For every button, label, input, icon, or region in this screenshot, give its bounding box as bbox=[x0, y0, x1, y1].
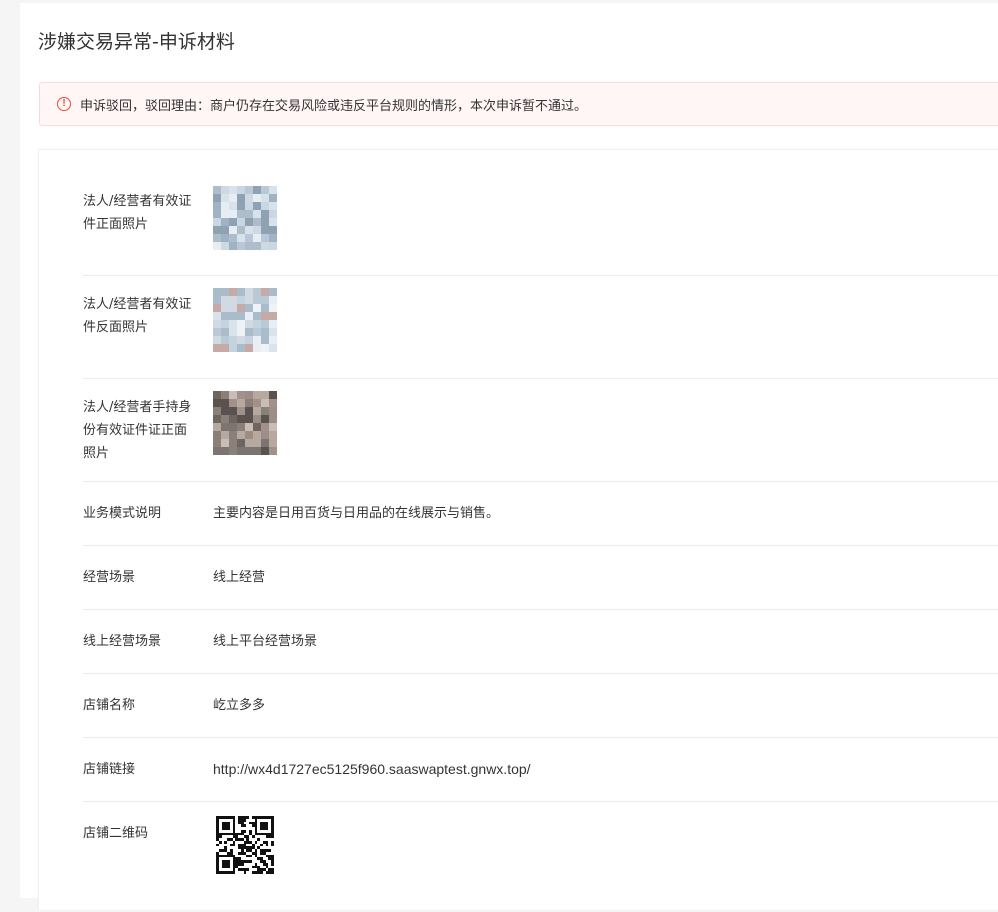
field-label-business-model: 业务模式说明 bbox=[83, 506, 162, 521]
field-value-online-scene: 线上平台经营场景 bbox=[213, 634, 318, 649]
field-row-store-link: 店铺链接 http://wx4d1727ec5125f960.saaswapte… bbox=[83, 738, 998, 802]
field-label-scene: 经营场景 bbox=[83, 570, 136, 585]
field-label-online-scene: 线上经营场景 bbox=[83, 634, 162, 649]
store-qr-code[interactable] bbox=[216, 816, 274, 874]
field-value-scene: 线上经营 bbox=[213, 570, 266, 585]
field-label-id-front: 法人/经营者有效证件正面照片 bbox=[83, 194, 192, 232]
page-title: 涉嫌交易异常-申诉材料 bbox=[38, 31, 235, 53]
id-front-photo-mosaic bbox=[213, 186, 277, 250]
field-row-store-qr: 店铺二维码 bbox=[83, 802, 998, 912]
field-row-id-front: 法人/经营者有效证件正面照片 bbox=[83, 174, 998, 276]
id-handheld-photo-mosaic bbox=[213, 391, 277, 455]
appeal-materials-page: 涉嫌交易异常-申诉材料 ! 申诉驳回，驳回理由：商户仍存在交易风险或违反平台规则… bbox=[20, 3, 998, 910]
id-back-photo[interactable] bbox=[213, 288, 277, 352]
field-label-store-name: 店铺名称 bbox=[83, 698, 136, 713]
field-row-store-name: 店铺名称 屹立多多 bbox=[83, 674, 998, 738]
exclamation-circle-icon: ! bbox=[57, 97, 71, 111]
rejection-alert: ! 申诉驳回，驳回理由：商户仍存在交易风险或违反平台规则的情形，本次申诉暂不通过… bbox=[39, 82, 998, 126]
field-row-id-handheld: 法人/经营者手持身份有效证件证正面照片 bbox=[83, 379, 998, 482]
id-front-photo[interactable] bbox=[213, 186, 277, 250]
rejection-alert-text: 申诉驳回，驳回理由：商户仍存在交易风险或违反平台规则的情形，本次申诉暂不通过。 bbox=[80, 98, 588, 114]
field-value-business-model: 主要内容是日用百货与日用品的在线展示与销售。 bbox=[213, 506, 500, 521]
field-row-business-model: 业务模式说明 主要内容是日用百货与日用品的在线展示与销售。 bbox=[83, 482, 998, 546]
field-value-store-name: 屹立多多 bbox=[213, 698, 266, 713]
field-row-scene: 经营场景 线上经营 bbox=[83, 546, 998, 610]
field-row-id-back: 法人/经营者有效证件反面照片 bbox=[83, 276, 998, 379]
materials-card: 法人/经营者有效证件正面照片 法人/经营者有效证件反面照片 法人/经营者手持身份… bbox=[38, 149, 998, 910]
id-back-photo-mosaic bbox=[213, 288, 277, 352]
field-row-online-scene: 线上经营场景 线上平台经营场景 bbox=[83, 610, 998, 674]
field-label-id-back: 法人/经营者有效证件反面照片 bbox=[83, 297, 192, 335]
field-label-id-handheld: 法人/经营者手持身份有效证件证正面照片 bbox=[83, 400, 192, 461]
id-handheld-photo[interactable] bbox=[213, 391, 277, 455]
field-label-store-qr: 店铺二维码 bbox=[83, 826, 149, 841]
field-label-store-link: 店铺链接 bbox=[83, 762, 136, 777]
store-link[interactable]: http://wx4d1727ec5125f960.saaswaptest.gn… bbox=[213, 758, 531, 781]
